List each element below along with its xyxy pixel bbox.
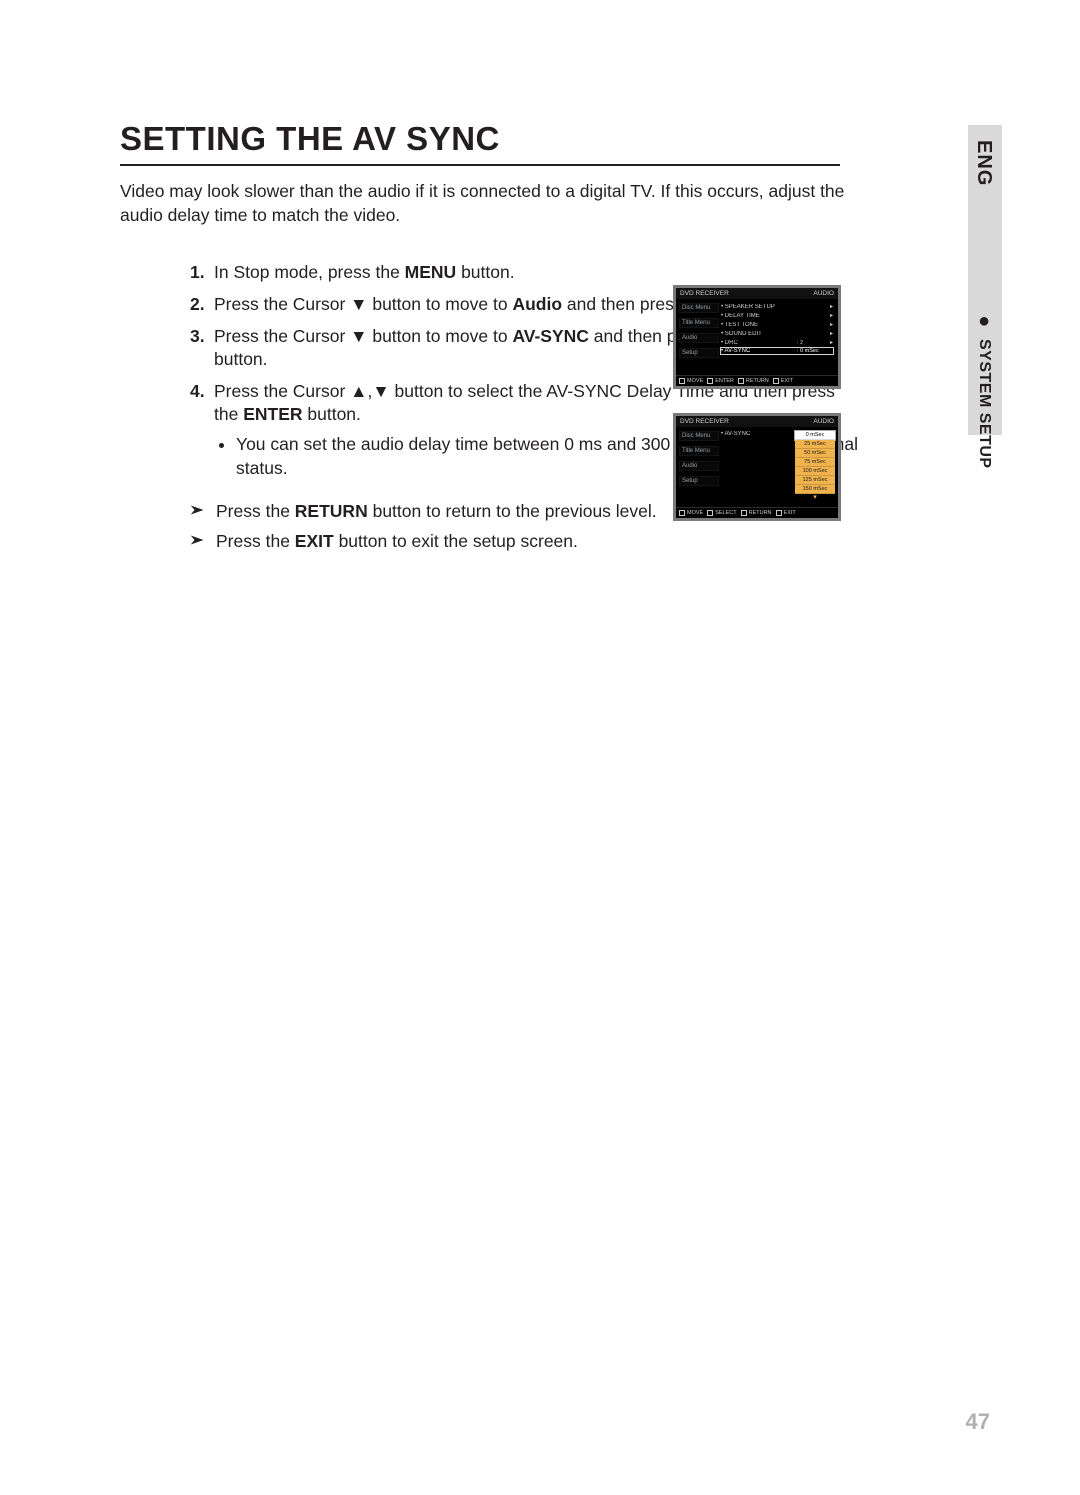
- osd-row-value: : 0 mSec: [797, 348, 827, 354]
- text: Press the RETURN button to return to the…: [216, 500, 657, 524]
- osd-row-label: SOUND EDIT: [721, 331, 797, 337]
- section-tag-label: SYSTEM SETUP: [975, 339, 993, 469]
- osd-menu-row: TEST TONE ▸: [721, 321, 833, 328]
- osd2-heading-row: AV-SYNC: [721, 431, 793, 437]
- osd1-titlebar: DVD RECEIVER AUDIO: [676, 288, 838, 299]
- osd-dropdown-option: 0 mSec: [795, 431, 835, 440]
- manual-page: ENG ● SYSTEM SETUP SETTING THE AV SYNC V…: [0, 0, 1080, 1495]
- footer-label: ENTER: [715, 378, 734, 384]
- osd-row-label: SPEAKER SETUP: [721, 304, 797, 310]
- bold-text: ENTER: [243, 404, 302, 424]
- osd1-footer: MOVE ENTER RETURN EXIT: [676, 375, 838, 386]
- intro-text: Video may look slower than the audio if …: [120, 180, 855, 227]
- bold-text: MENU: [405, 262, 457, 282]
- text: In Stop mode, press the: [214, 262, 405, 282]
- text: button to return to the previous level.: [368, 501, 657, 521]
- osd-screenshot-1: DVD RECEIVER AUDIO Disc Menu Title Menu …: [673, 285, 841, 389]
- osd1-menu: SPEAKER SETUP▸DELAY TIME▸TEST TONE▸SOUND…: [719, 303, 835, 369]
- osd2-dropdown: 0 mSec25 mSec50 mSec75 mSec100 mSec125 m…: [795, 431, 835, 501]
- osd2-titlebar: DVD RECEIVER AUDIO: [676, 416, 838, 427]
- osd2-footer: MOVE SELECT RETURN EXIT: [676, 507, 838, 518]
- footer-label: SELECT: [715, 510, 736, 516]
- footer-label: MOVE: [687, 378, 703, 384]
- chevron-right-icon: ▸: [827, 339, 833, 346]
- step-1: In Stop mode, press the MENU button.: [214, 261, 860, 285]
- page-number: 47: [966, 1409, 990, 1435]
- osd-menu-row: SPEAKER SETUP ▸: [721, 303, 833, 310]
- osd-menu-row: SOUND EDIT ▸: [721, 330, 833, 337]
- osd-tab: Audio: [679, 461, 719, 471]
- osd-tab: Audio: [679, 333, 719, 343]
- osd-row-label: DRC: [721, 340, 797, 346]
- bold-text: Audio: [512, 294, 562, 314]
- chevron-right-icon: ▸: [827, 330, 833, 337]
- osd2-heading: AV-SYNC: [721, 431, 793, 437]
- osd-menu-row: AV-SYNC: 0 mSec: [721, 348, 833, 354]
- osd-row-value: : 2: [797, 340, 827, 346]
- osd1-title-left: DVD RECEIVER: [680, 290, 729, 297]
- nav-icon: [738, 378, 744, 384]
- osd2-title-left: DVD RECEIVER: [680, 418, 729, 425]
- nav-icon: [773, 378, 779, 384]
- osd-screenshot-2: DVD RECEIVER AUDIO Disc Menu Title Menu …: [673, 413, 841, 521]
- osd-tab: Setup: [679, 348, 719, 358]
- text: Press the: [216, 531, 295, 551]
- osd-dropdown-option: 50 mSec: [795, 449, 835, 458]
- bold-text: AV-SYNC: [512, 326, 589, 346]
- text: button.: [303, 404, 361, 424]
- osd2-left-tabs: Disc Menu Title Menu Audio Setup: [679, 431, 719, 501]
- text: button to exit the setup screen.: [334, 531, 578, 551]
- page-title: SETTING THE AV SYNC: [120, 120, 840, 166]
- osd-tab: Title Menu: [679, 318, 719, 328]
- nav-icon: [707, 378, 713, 384]
- osd-row-label: AV-SYNC: [721, 348, 797, 354]
- osd2-title-right: AUDIO: [813, 418, 834, 425]
- osd-tab: Title Menu: [679, 446, 719, 456]
- text: button.: [456, 262, 514, 282]
- osd1-title-right: AUDIO: [813, 290, 834, 297]
- bullet-icon: ●: [974, 310, 994, 333]
- osd2-mid: AV-SYNC: [719, 431, 795, 501]
- footer-label: RETURN: [749, 510, 772, 516]
- osd-dropdown-option: 100 mSec: [795, 467, 835, 476]
- text: Press the Cursor ▼ button to move to: [214, 326, 512, 346]
- language-tag: ENG: [972, 140, 995, 186]
- osd-tab: Disc Menu: [679, 431, 719, 441]
- nav-icon: [679, 378, 685, 384]
- osd-dropdown-option: 25 mSec: [795, 440, 835, 449]
- followup-exit: Press the EXIT button to exit the setup …: [190, 530, 860, 554]
- text: Press the Cursor ▼ button to move to: [214, 294, 512, 314]
- bold-text: EXIT: [295, 531, 334, 551]
- osd-dropdown-option: 75 mSec: [795, 458, 835, 467]
- nav-icon: [679, 510, 685, 516]
- pointer-icon: [190, 534, 208, 546]
- osd-dropdown-option: 150 mSec: [795, 485, 835, 494]
- nav-icon: [776, 510, 782, 516]
- footer-label: EXIT: [784, 510, 796, 516]
- footer-label: MOVE: [687, 510, 703, 516]
- osd-row-label: DELAY TIME: [721, 313, 797, 319]
- footer-label: RETURN: [746, 378, 769, 384]
- osd1-left-tabs: Disc Menu Title Menu Audio Setup: [679, 303, 719, 369]
- chevron-right-icon: ▸: [827, 312, 833, 319]
- osd-menu-row: DELAY TIME ▸: [721, 312, 833, 319]
- text: Press the EXIT button to exit the setup …: [216, 530, 578, 554]
- bold-text: RETURN: [295, 501, 368, 521]
- chevron-right-icon: ▸: [827, 321, 833, 328]
- text: button.: [214, 349, 268, 369]
- osd-dropdown-option: 125 mSec: [795, 476, 835, 485]
- chevron-right-icon: ▸: [827, 303, 833, 310]
- section-tag: ● SYSTEM SETUP: [974, 310, 994, 468]
- text: Press the: [216, 501, 295, 521]
- nav-icon: [741, 510, 747, 516]
- osd-tab: Disc Menu: [679, 303, 719, 313]
- pointer-icon: [190, 504, 208, 516]
- footer-label: EXIT: [781, 378, 793, 384]
- chevron-down-icon: ▾: [795, 494, 835, 501]
- osd-menu-row: DRC: 2▸: [721, 339, 833, 346]
- osd-tab: Setup: [679, 476, 719, 486]
- osd-row-label: TEST TONE: [721, 322, 797, 328]
- nav-icon: [707, 510, 713, 516]
